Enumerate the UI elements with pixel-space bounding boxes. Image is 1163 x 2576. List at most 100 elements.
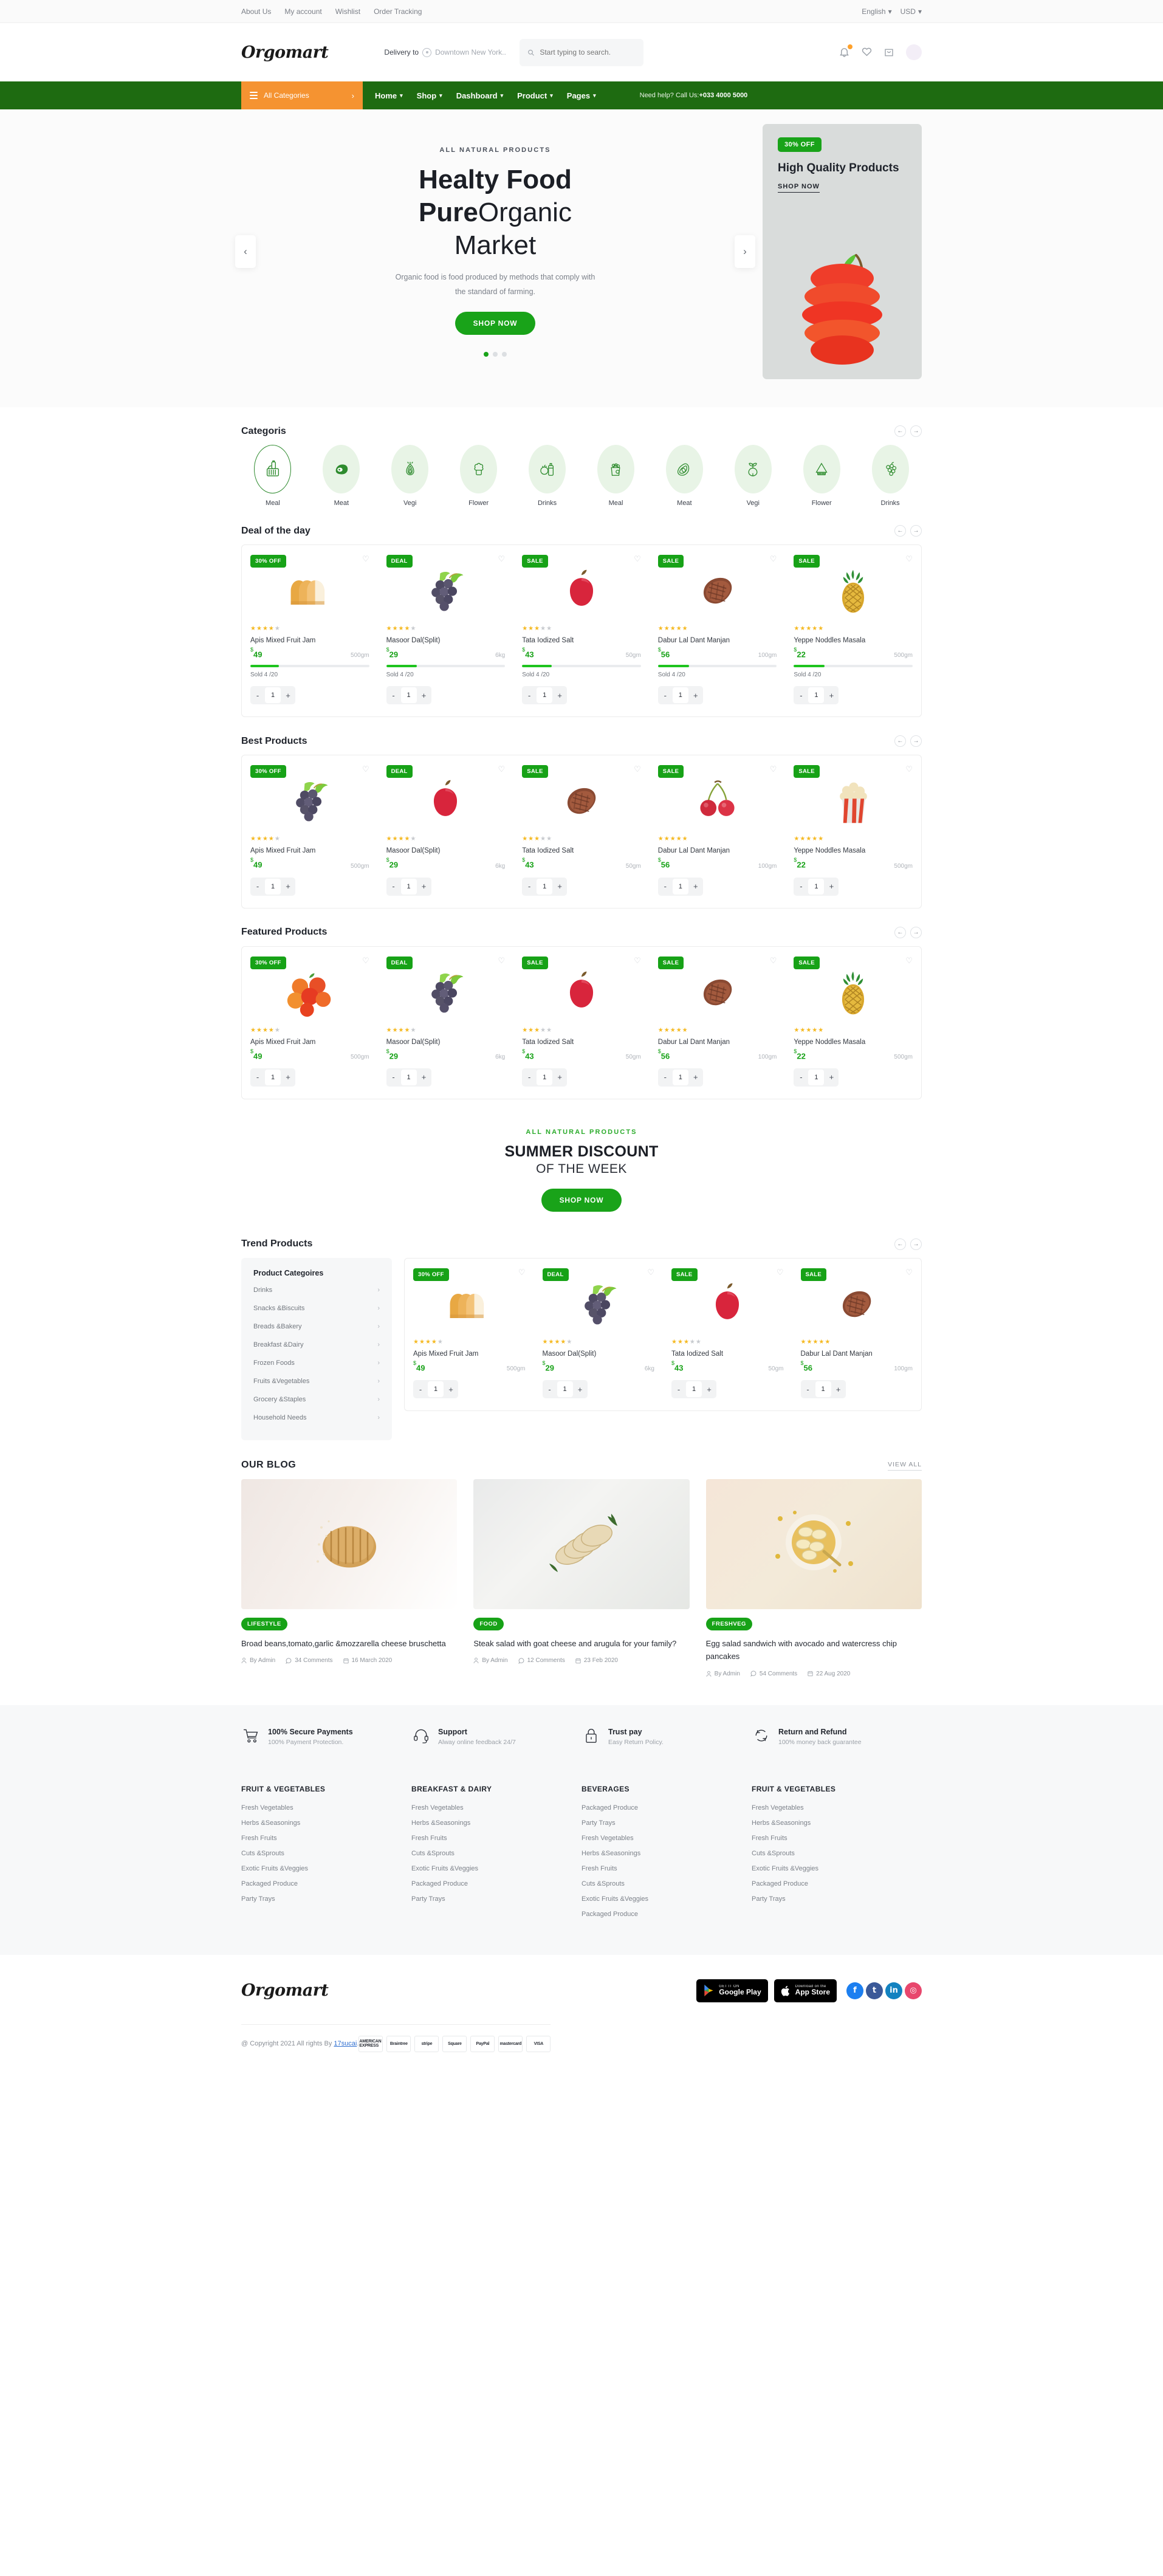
product-name[interactable]: Apis Mixed Fruit Jam xyxy=(250,847,369,854)
all-categories-button[interactable]: All Categories › xyxy=(241,81,363,109)
product-card[interactable]: SALE ♡ ★★★★★ Dabur Lal Dant Manjan $56 100gm S… xyxy=(650,555,786,705)
quantity-stepper[interactable]: -1 + xyxy=(794,877,839,896)
blog-post-category-badge[interactable]: FOOD xyxy=(473,1617,504,1630)
quantity-decrease-button[interactable]: - xyxy=(413,1381,428,1397)
quantity-decrease-button[interactable]: - xyxy=(543,1381,557,1397)
quantity-stepper[interactable]: -1 + xyxy=(542,1380,588,1399)
footer-link[interactable]: Exotic Fruits &Veggies xyxy=(752,1865,922,1872)
footer-link[interactable]: Fresh Fruits xyxy=(582,1865,752,1872)
category-item-drinks-4[interactable]: Drinks xyxy=(516,445,579,507)
quantity-decrease-button[interactable]: - xyxy=(250,879,265,895)
product-name[interactable]: Tata Iodized Salt xyxy=(522,637,641,644)
quantity-increase-button[interactable]: + xyxy=(417,687,431,703)
quantity-stepper[interactable]: -1 + xyxy=(386,877,431,896)
quantity-decrease-button[interactable]: - xyxy=(522,687,537,703)
wishlist-heart-icon[interactable]: ♡ xyxy=(770,957,777,964)
product-name[interactable]: Apis Mixed Fruit Jam xyxy=(250,637,369,644)
footer-link[interactable]: Cuts &Sprouts xyxy=(582,1880,752,1887)
quantity-decrease-button[interactable]: - xyxy=(658,687,673,703)
facebook-icon[interactable]: f xyxy=(846,1982,863,1999)
category-item-meal-5[interactable]: Meal xyxy=(585,445,648,507)
category-item-drinks-9[interactable]: Drinks xyxy=(859,445,922,507)
product-name[interactable]: Masoor Dal(Split) xyxy=(386,847,506,854)
product-card[interactable]: SALE ♡ ★★★★★ Tata Iodized Salt $43 50gm -1 + xyxy=(513,765,650,896)
topbar-link-wishlist[interactable]: Wishlist xyxy=(335,7,360,16)
footer-link[interactable]: Party Trays xyxy=(752,1895,922,1903)
blog-post-category-badge[interactable]: LIFESTYLE xyxy=(241,1617,287,1630)
quantity-stepper[interactable]: -1 + xyxy=(386,1068,431,1087)
wishlist-heart-icon[interactable]: ♡ xyxy=(634,765,641,773)
blog-post-category-badge[interactable]: FRESHVEG xyxy=(705,1617,752,1630)
footer-link[interactable]: Packaged Produce xyxy=(582,1804,752,1812)
quantity-decrease-button[interactable]: - xyxy=(658,879,673,895)
quantity-increase-button[interactable]: + xyxy=(552,879,567,895)
nav-item-product[interactable]: Product ▾ xyxy=(517,91,553,100)
footer-link[interactable]: Fresh Vegetables xyxy=(411,1804,582,1812)
quantity-stepper[interactable]: -1 + xyxy=(522,877,568,896)
quantity-stepper[interactable]: -1 + xyxy=(657,877,703,896)
nav-item-pages[interactable]: Pages ▾ xyxy=(567,91,596,100)
twitter-icon[interactable]: t xyxy=(866,1982,883,1999)
category-item-flower-8[interactable]: Flower xyxy=(790,445,853,507)
quantity-stepper[interactable]: -1 + xyxy=(522,686,568,705)
product-category-list-item[interactable]: Frozen Foods › xyxy=(253,1354,380,1372)
product-name[interactable]: Yeppe Noddles Masala xyxy=(794,847,913,854)
hero-prev-button[interactable]: ‹ xyxy=(235,235,256,268)
product-card[interactable]: SALE ♡ ★★★★★ Dabur Lal Dant Manjan $56 100gm -… xyxy=(650,765,786,896)
hero-next-button[interactable]: › xyxy=(735,235,755,268)
quantity-increase-button[interactable]: + xyxy=(688,687,703,703)
product-card[interactable]: DEAL ♡ ★★★★★ Masoor Dal(Split) $29 6kg -1 + xyxy=(378,765,514,896)
nav-item-dashboard[interactable]: Dashboard ▾ xyxy=(456,91,503,100)
product-card[interactable]: DEAL ♡ ★★★★★ Masoor Dal(Split) $29 6kg -1 + xyxy=(534,1268,664,1399)
quantity-increase-button[interactable]: + xyxy=(688,879,703,895)
hero-dot-1[interactable] xyxy=(484,351,489,357)
quantity-stepper[interactable]: -1 + xyxy=(250,686,295,705)
product-name[interactable]: Masoor Dal(Split) xyxy=(543,1350,655,1358)
product-name[interactable]: Tata Iodized Salt xyxy=(671,1350,784,1358)
quantity-decrease-button[interactable]: - xyxy=(794,879,808,895)
quantity-increase-button[interactable]: + xyxy=(552,687,567,703)
product-card[interactable]: SALE ♡ ★★★★★ Yeppe Noddles Masala $22 500gm So… xyxy=(785,555,921,705)
quantity-decrease-button[interactable]: - xyxy=(522,1070,537,1085)
wishlist-heart-icon[interactable]: ♡ xyxy=(905,765,913,773)
language-selector[interactable]: English ▾ xyxy=(862,7,891,16)
product-name[interactable]: Yeppe Noddles Masala xyxy=(794,1039,913,1046)
product-card[interactable]: SALE ♡ ★★★★★ Yeppe Noddles Masala $22 500gm -1… xyxy=(785,956,921,1087)
quantity-decrease-button[interactable]: - xyxy=(658,1070,673,1085)
footer-link[interactable]: Packaged Produce xyxy=(582,1911,752,1918)
best-prev-button[interactable]: ← xyxy=(894,735,906,747)
cart-button[interactable] xyxy=(883,46,896,59)
wishlist-button[interactable] xyxy=(861,46,873,59)
wishlist-heart-icon[interactable]: ♡ xyxy=(362,555,369,563)
quantity-stepper[interactable]: -1 + xyxy=(794,686,839,705)
quantity-decrease-button[interactable]: - xyxy=(794,687,808,703)
linkedin-icon[interactable]: in xyxy=(885,1982,902,1999)
blog-post-title[interactable]: Broad beans,tomato,garlic &mozzarella ch… xyxy=(241,1637,457,1650)
footer-link[interactable]: Fresh Vegetables xyxy=(752,1804,922,1812)
footer-link[interactable]: Party Trays xyxy=(411,1895,582,1903)
help-phone-number[interactable]: +033 4000 5000 xyxy=(699,92,747,99)
footer-link[interactable]: Herbs &Seasonings xyxy=(241,1819,411,1827)
wishlist-heart-icon[interactable]: ♡ xyxy=(905,957,913,964)
deal-next-button[interactable]: → xyxy=(910,525,922,537)
quantity-increase-button[interactable]: + xyxy=(417,1070,431,1085)
wishlist-heart-icon[interactable]: ♡ xyxy=(362,957,369,964)
deal-prev-button[interactable]: ← xyxy=(894,525,906,537)
search-box[interactable] xyxy=(519,38,643,66)
quantity-increase-button[interactable]: + xyxy=(573,1381,588,1397)
quantity-increase-button[interactable]: + xyxy=(444,1381,458,1397)
wishlist-heart-icon[interactable]: ♡ xyxy=(770,555,777,563)
footer-link[interactable]: Party Trays xyxy=(241,1895,411,1903)
product-card[interactable]: DEAL ♡ ★★★★★ Masoor Dal(Split) $29 6kg Sold 4 … xyxy=(378,555,514,705)
search-input[interactable] xyxy=(540,48,636,57)
wishlist-heart-icon[interactable]: ♡ xyxy=(905,1268,913,1276)
blog-post-card[interactable]: LIFESTYLE Broad beans,tomato,garlic &mozz… xyxy=(241,1479,458,1677)
quantity-increase-button[interactable]: + xyxy=(281,879,295,895)
wishlist-heart-icon[interactable]: ♡ xyxy=(518,1268,526,1276)
categories-prev-button[interactable]: ← xyxy=(894,425,906,437)
trend-next-button[interactable]: → xyxy=(910,1238,922,1250)
hero-dot-3[interactable] xyxy=(502,351,507,357)
footer-link[interactable]: Herbs &Seasonings xyxy=(411,1819,582,1827)
quantity-increase-button[interactable]: + xyxy=(824,687,839,703)
product-category-list-item[interactable]: Drinks › xyxy=(253,1281,380,1299)
